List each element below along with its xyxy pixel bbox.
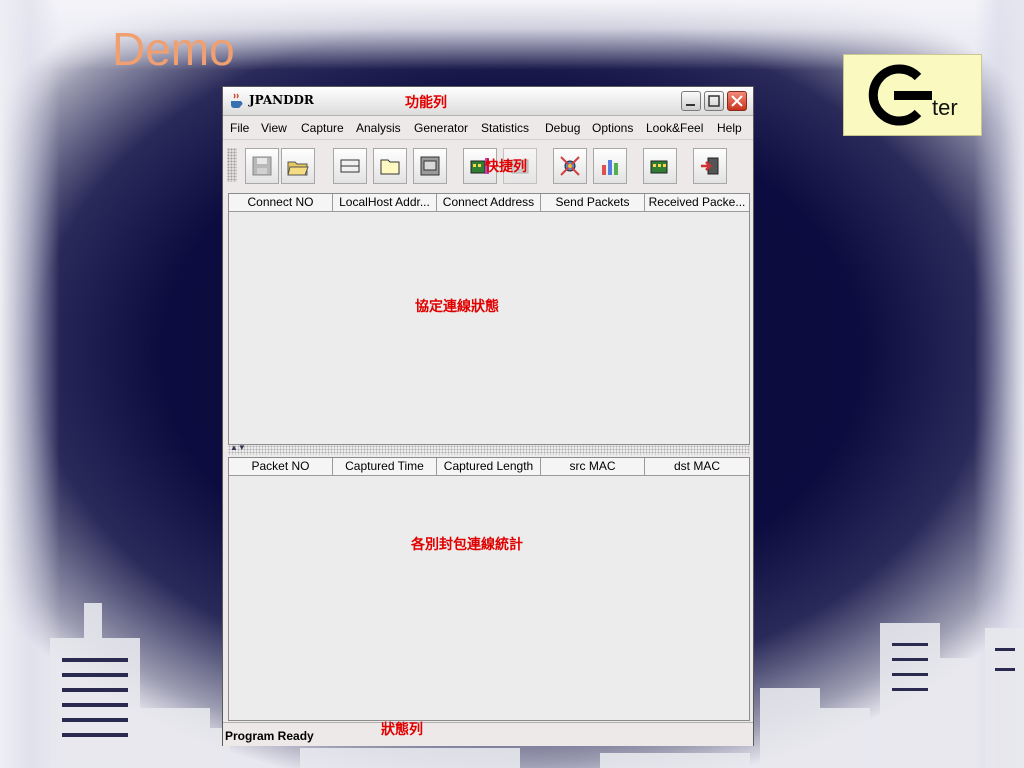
new-folder-button[interactable] [373,148,407,184]
window-titlebar[interactable]: JPANDDR 功能列 [223,87,753,116]
annotation-packets: 各別封包連線統計 [411,537,523,553]
jpanddr-window: JPANDDR 功能列 File View Capture Analysis G… [222,86,754,746]
packet-table[interactable]: Packet NO Captured Time Captured Length … [228,457,750,721]
exit-icon [701,157,719,175]
window-button[interactable] [333,148,367,184]
menu-help[interactable]: Help [717,121,742,135]
column-header[interactable]: dst MAC [645,458,749,475]
annotation-toolbar: 快捷列 [485,159,527,175]
open-folder-icon [287,161,309,176]
window-frame-icon [420,156,440,176]
split-arrows-icon[interactable]: ▲▼ [230,443,246,452]
save-button[interactable] [245,148,279,184]
connection-table-header: Connect NO LocalHost Addr... Connect Add… [229,194,749,212]
minimize-button[interactable] [681,91,701,111]
logo-text: ter [932,95,958,120]
java-cup-icon [231,93,243,108]
split-pane-divider[interactable]: ▲▼ [228,443,750,455]
company-logo: ter [843,54,982,136]
save-icon [252,156,272,176]
toolbar: 快捷列 [223,139,753,190]
open-button[interactable] [281,148,315,184]
menu-view[interactable]: View [261,121,287,135]
generator-button[interactable] [643,148,677,184]
column-header[interactable]: Captured Length [437,458,541,475]
column-header[interactable]: Connect Address [437,194,541,211]
maximize-button[interactable] [704,91,724,111]
frame-button[interactable] [413,148,447,184]
card-icon [650,160,668,174]
toolbar-grip[interactable] [227,148,237,182]
statistics-button[interactable] [593,148,627,184]
annotation-menubar: 功能列 [405,95,447,111]
menu-analysis[interactable]: Analysis [356,121,401,135]
analysis-button[interactable] [553,148,587,184]
column-header[interactable]: Send Packets [541,194,645,211]
close-button[interactable] [727,91,747,111]
minimize-icon [686,104,695,106]
packet-table-header: Packet NO Captured Time Captured Length … [229,458,749,476]
menu-capture[interactable]: Capture [301,121,344,135]
close-icon [731,95,743,107]
satellite-icon [560,156,580,176]
window-title: JPANDDR [249,93,314,107]
logo-g-icon [868,64,932,126]
column-header[interactable]: src MAC [541,458,645,475]
menu-statistics[interactable]: Statistics [481,121,529,135]
connection-table[interactable]: Connect NO LocalHost Addr... Connect Add… [228,193,750,445]
exit-button[interactable] [693,148,727,184]
column-header[interactable]: Received Packe... [645,194,749,211]
maximize-icon [708,95,720,107]
menu-options[interactable]: Options [592,121,633,135]
window-icon [340,159,360,173]
annotation-connections: 協定連線狀態 [415,299,499,315]
annotation-statusbar: 狀態列 [381,722,423,738]
status-text: Program Ready [225,729,314,743]
menubar: File View Capture Analysis Generator Sta… [223,116,753,138]
column-header[interactable]: LocalHost Addr... [333,194,437,211]
slide-title: Demo [112,23,235,75]
bar-chart-icon [602,160,618,175]
column-header[interactable]: Connect NO [229,194,333,211]
menu-debug[interactable]: Debug [545,121,580,135]
folder-icon [380,159,400,175]
column-header[interactable]: Captured Time [333,458,437,475]
menu-look-and-feel[interactable]: Look&Feel [646,121,703,135]
status-bar: Program Ready 狀態列 [223,722,753,746]
menu-generator[interactable]: Generator [414,121,468,135]
menu-file[interactable]: File [230,121,249,135]
column-header[interactable]: Packet NO [229,458,333,475]
